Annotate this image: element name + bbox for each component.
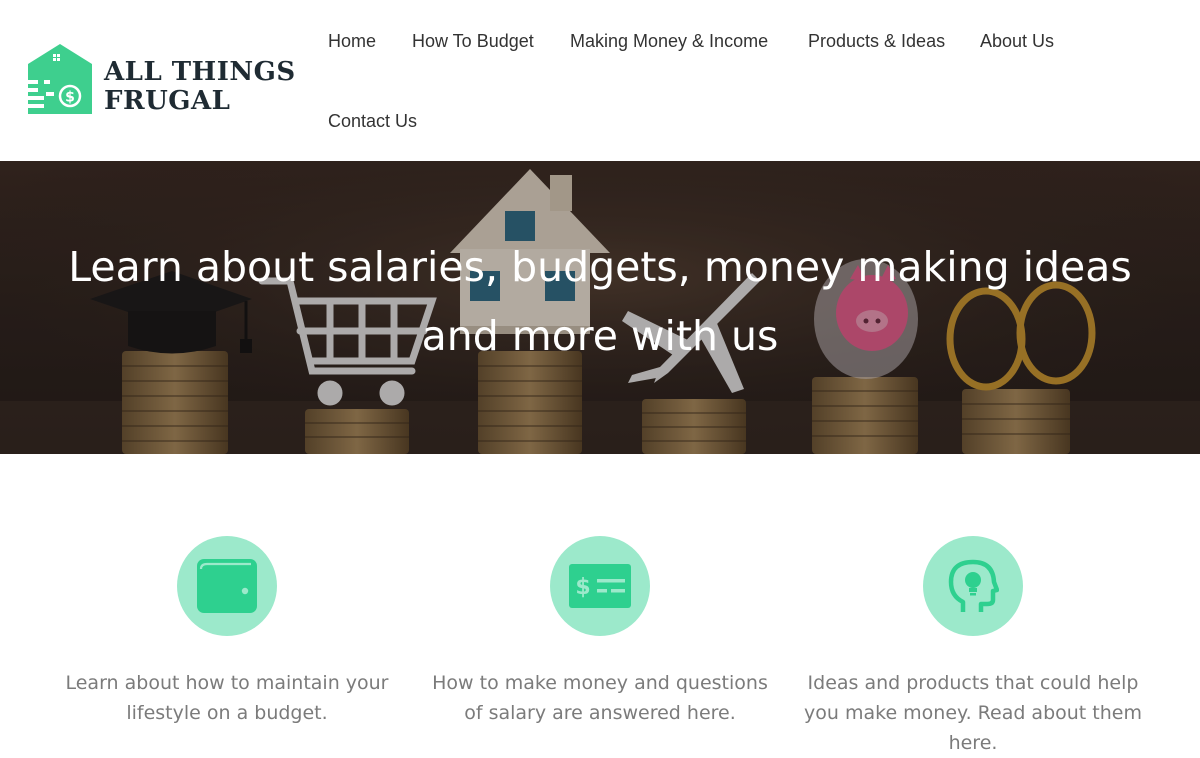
- nav-home[interactable]: Home: [328, 31, 376, 52]
- site-header: $ ALL THINGS FRUGAL Home How To Budget M…: [0, 0, 1200, 161]
- features-section: Learn about how to maintain your lifesty…: [0, 454, 1200, 754]
- feature-ideas-text: Ideas and products that could help you m…: [804, 672, 1142, 754]
- svg-text:$: $: [575, 575, 590, 600]
- money-card-icon: $: [569, 564, 631, 608]
- feature-icon-circle: [923, 536, 1023, 636]
- house-logo-icon: $: [22, 44, 92, 114]
- hero-banner: Learn about salaries, budgets, money mak…: [0, 161, 1200, 454]
- nav-products-ideas[interactable]: Products & Ideas: [808, 31, 945, 52]
- svg-text:$: $: [65, 90, 75, 106]
- logo-line-1: ALL THINGS: [104, 57, 296, 87]
- nav-contact-us[interactable]: Contact Us: [328, 111, 417, 132]
- nav-how-to-budget[interactable]: How To Budget: [412, 31, 534, 52]
- logo-line-2: FRUGAL: [104, 86, 231, 116]
- wallet-icon: [197, 559, 257, 613]
- feature-budget-text: Learn about how to maintain your lifesty…: [65, 672, 389, 724]
- hero-title: Learn about salaries, budgets, money mak…: [68, 243, 1132, 360]
- feature-income-text: How to make money and questions of salar…: [432, 672, 768, 724]
- site-logo[interactable]: $ ALL THINGS FRUGAL: [22, 44, 302, 124]
- nav-about-us[interactable]: About Us: [980, 31, 1054, 52]
- feature-icon-circle: [177, 536, 277, 636]
- nav-making-money[interactable]: Making Money & Income: [570, 31, 768, 52]
- logo-wordmark: ALL THINGS FRUGAL: [104, 58, 296, 116]
- feature-icon-circle: $: [550, 536, 650, 636]
- head-lightbulb-icon: [948, 559, 999, 612]
